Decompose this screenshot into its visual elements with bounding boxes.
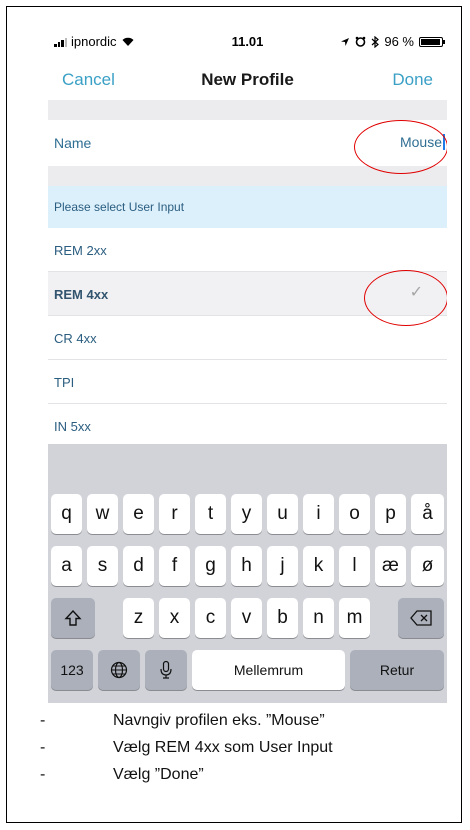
alarm-icon (356, 36, 366, 47)
option-label: IN 5xx (54, 419, 91, 434)
section-spacer (48, 100, 447, 120)
key-j[interactable]: j (267, 546, 298, 586)
status-right: 96 % (340, 34, 445, 49)
key-i[interactable]: i (303, 494, 334, 534)
done-button[interactable]: Done (392, 70, 433, 90)
key-a-ring[interactable]: å (411, 494, 444, 534)
key-f[interactable]: f (159, 546, 190, 586)
battery-icon (419, 36, 445, 47)
key-o-slash[interactable]: ø (411, 546, 444, 586)
checkmark-icon: ✓ (409, 284, 423, 301)
globe-icon (110, 661, 128, 679)
key-n[interactable]: n (303, 598, 334, 638)
instruction-text: Vælg REM 4xx som User Input (113, 739, 333, 756)
option-label: REM 2xx (54, 243, 107, 258)
key-l[interactable]: l (339, 546, 370, 586)
user-input-section-header: Please select User Input (48, 186, 447, 228)
location-icon (341, 37, 350, 46)
key-z[interactable]: z (123, 598, 154, 638)
microphone-icon (160, 660, 172, 679)
name-input[interactable]: Mouse (400, 134, 445, 150)
key-ae[interactable]: æ (375, 546, 406, 586)
key-w[interactable]: w (87, 494, 118, 534)
key-a[interactable]: a (51, 546, 82, 586)
space-key[interactable]: Mellemrum (192, 650, 345, 690)
status-bar: ipnordic 11.01 96 % (48, 22, 447, 62)
key-s[interactable]: s (87, 546, 118, 586)
option-tpi[interactable]: TPI (48, 360, 447, 404)
list-dash: - (40, 766, 46, 783)
key-d[interactable]: d (123, 546, 154, 586)
key-m[interactable]: m (339, 598, 370, 638)
dictation-key[interactable] (145, 650, 187, 690)
text-cursor (443, 134, 445, 150)
bluetooth-icon (371, 35, 380, 48)
key-k[interactable]: k (303, 546, 334, 586)
key-v[interactable]: v (231, 598, 262, 638)
phone-screen: ipnordic 11.01 96 % Cancel New Profile D… (48, 22, 447, 703)
option-cr-4xx[interactable]: CR 4xx (48, 316, 447, 360)
onscreen-keyboard: q w e r t y u i o p å a s d f g h j k l … (48, 444, 447, 703)
key-y[interactable]: y (231, 494, 262, 534)
shift-key[interactable] (51, 598, 95, 638)
name-label: Name (54, 135, 92, 151)
backspace-icon (410, 610, 432, 626)
key-b[interactable]: b (267, 598, 298, 638)
key-u[interactable]: u (267, 494, 298, 534)
name-field-row[interactable]: Name Mouse (48, 120, 447, 166)
option-label: TPI (54, 375, 75, 390)
key-t[interactable]: t (195, 494, 226, 534)
option-label: CR 4xx (54, 331, 97, 346)
numbers-key[interactable]: 123 (51, 650, 93, 690)
battery-percent: 96 % (384, 34, 414, 49)
key-e[interactable]: e (123, 494, 154, 534)
key-h[interactable]: h (231, 546, 262, 586)
key-r[interactable]: r (159, 494, 190, 534)
key-q[interactable]: q (51, 494, 82, 534)
list-dash: - (40, 739, 46, 756)
name-value: Mouse (399, 134, 442, 150)
globe-key[interactable] (98, 650, 140, 690)
option-rem-4xx[interactable]: REM 4xx ✓ (48, 272, 447, 316)
key-o[interactable]: o (339, 494, 370, 534)
section-header-label: Please select User Input (54, 200, 185, 214)
option-rem-2xx[interactable]: REM 2xx (48, 228, 447, 272)
backspace-key[interactable] (398, 598, 444, 638)
option-in-5xx[interactable]: IN 5xx (48, 404, 447, 448)
key-p[interactable]: p (375, 494, 406, 534)
instruction-text: Vælg ”Done” (113, 766, 204, 783)
page-title: New Profile (201, 70, 294, 89)
shift-icon (64, 609, 82, 626)
return-key[interactable]: Retur (350, 650, 444, 690)
key-x[interactable]: x (159, 598, 190, 638)
instruction-text: Navngiv profilen eks. ”Mouse” (113, 712, 325, 729)
list-dash: - (40, 712, 46, 729)
option-label: REM 4xx (54, 287, 109, 302)
section-spacer (48, 166, 447, 186)
key-c[interactable]: c (195, 598, 226, 638)
key-g[interactable]: g (195, 546, 226, 586)
